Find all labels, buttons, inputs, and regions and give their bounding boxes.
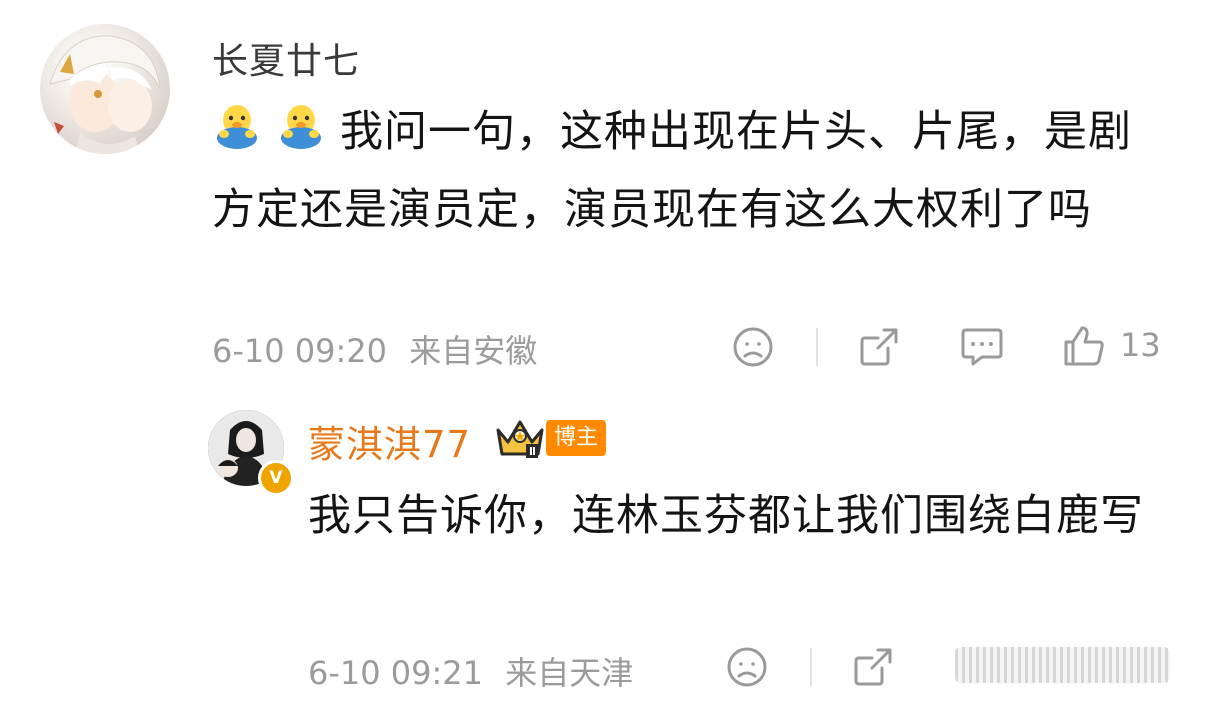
sad-face-icon[interactable] (732, 326, 774, 368)
comment-time: 6-10 09:20 (212, 332, 388, 370)
chick-emoji-icon (212, 97, 262, 149)
share-icon[interactable] (852, 646, 894, 688)
chick-emoji-icon (276, 97, 326, 149)
comment-icon[interactable] (960, 326, 1004, 368)
obscured-action-bar (955, 647, 1170, 683)
like-count: 13 (1120, 326, 1161, 364)
reply-username[interactable]: 蒙淇淇77 (308, 414, 471, 468)
share-icon[interactable] (858, 326, 900, 368)
crown-icon (494, 414, 546, 466)
thumbs-up-icon[interactable] (1062, 324, 1106, 368)
comment-location: 来自安徽 (409, 332, 538, 370)
reply-location: 来自天津 (505, 654, 634, 692)
reply-meta: 6-10 09:21 来自天津 (308, 648, 633, 694)
reply-time: 6-10 09:21 (308, 654, 484, 692)
v-badge-icon: V (258, 460, 294, 496)
comment-text: 我问一句，这种出现在片头、片尾，是剧方定还是演员定，演员现在有这么大权利了吗 (212, 93, 1172, 249)
divider (816, 328, 818, 366)
sad-face-icon[interactable] (726, 646, 768, 688)
reply-text: 我只告诉你，连林玉芬都让我们围绕白鹿写 (308, 491, 1144, 541)
comment-text-content: 我问一句，这种出现在片头、片尾，是剧方定还是演员定，演员现在有这么大权利了吗 (212, 107, 1132, 235)
divider (810, 648, 812, 686)
blogger-badge: 博主 (546, 420, 607, 456)
avatar[interactable] (40, 24, 170, 154)
comment-username[interactable]: 长夏廿七 (212, 32, 360, 84)
comment-meta: 6-10 09:20 来自安徽 (212, 326, 537, 372)
